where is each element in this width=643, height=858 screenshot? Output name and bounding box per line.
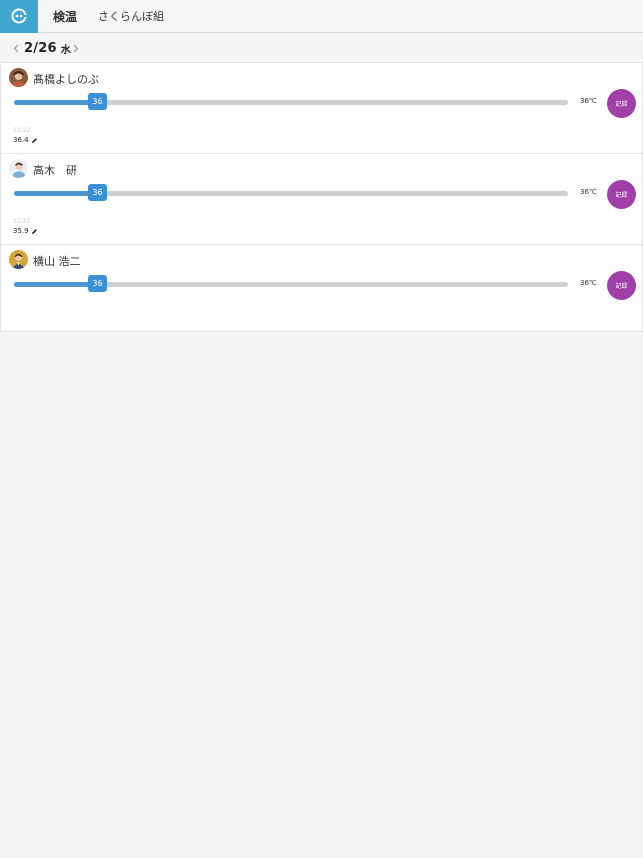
temperature-slider[interactable]: 36 — [14, 93, 568, 110]
last-record-time: 11:22 — [13, 127, 31, 134]
child-name: 高木 研 — [33, 164, 77, 177]
chevron-left-icon[interactable] — [11, 34, 21, 62]
child-name: 髙橋よしのぶ — [33, 73, 99, 86]
class-name[interactable]: さくらんぼ組 — [98, 8, 164, 24]
slider-fill — [14, 191, 98, 196]
current-date: 2/26 — [24, 40, 57, 56]
pencil-icon[interactable] — [31, 137, 38, 144]
child-list: 髙橋よしのぶ 36 36℃ 記録 11:22 36.4 高木 研 36 36℃ … — [0, 62, 643, 332]
slider-handle[interactable]: 36 — [88, 93, 107, 110]
avatar — [9, 68, 28, 87]
avatar — [9, 250, 28, 269]
temperature-unit: 36℃ — [580, 188, 597, 196]
list-item: 横山 浩二 36 36℃ 記録 — [1, 245, 642, 331]
last-record-temp[interactable]: 35.9 — [13, 227, 38, 235]
pencil-icon[interactable] — [31, 228, 38, 235]
page-title: 検温 — [53, 9, 78, 24]
slider-fill — [14, 282, 98, 287]
top-bar: 検温 さくらんぼ組 — [0, 0, 643, 33]
weekday: 水 — [60, 44, 71, 56]
last-record-time: 11:22 — [13, 218, 31, 225]
last-temp-value: 36.4 — [13, 136, 29, 144]
list-item: 高木 研 36 36℃ 記録 11:22 35.9 — [1, 154, 642, 245]
slider-handle[interactable]: 36 — [88, 184, 107, 201]
chevron-right-icon[interactable] — [71, 34, 81, 62]
temperature-unit: 36℃ — [580, 279, 597, 287]
temperature-slider[interactable]: 36 — [14, 275, 568, 292]
temperature-unit: 36℃ — [580, 97, 597, 105]
app-logo-icon[interactable] — [0, 0, 38, 33]
child-name: 横山 浩二 — [33, 255, 81, 268]
record-button[interactable]: 記録 — [607, 180, 636, 209]
date-navigator: 2/26 水 — [0, 34, 643, 62]
temperature-slider[interactable]: 36 — [14, 184, 568, 201]
record-button[interactable]: 記録 — [607, 271, 636, 300]
list-item: 髙橋よしのぶ 36 36℃ 記録 11:22 36.4 — [1, 63, 642, 154]
slider-fill — [14, 100, 98, 105]
slider-handle[interactable]: 36 — [88, 275, 107, 292]
avatar — [9, 159, 28, 178]
record-button[interactable]: 記録 — [607, 89, 636, 118]
last-temp-value: 35.9 — [13, 227, 29, 235]
last-record-temp[interactable]: 36.4 — [13, 136, 38, 144]
